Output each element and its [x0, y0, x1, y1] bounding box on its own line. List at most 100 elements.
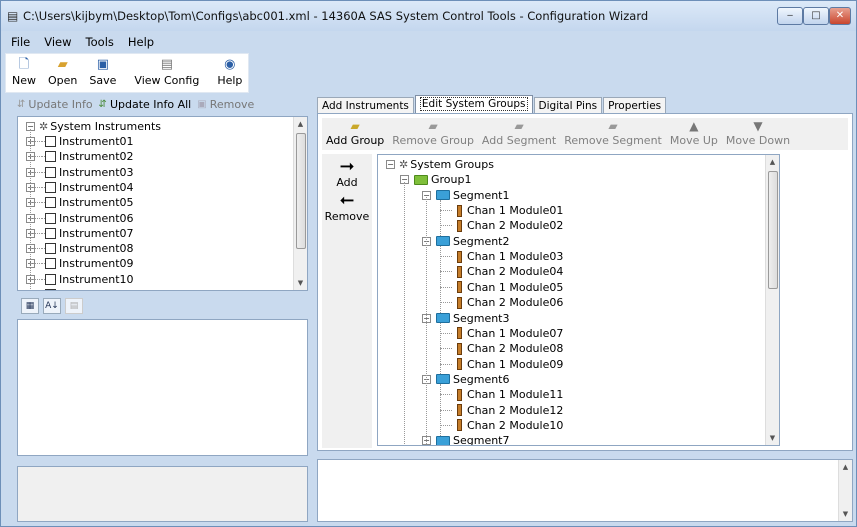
remove-segment-button[interactable]: ▰ Remove Segment	[560, 118, 666, 150]
tree-connector	[41, 248, 45, 250]
tab-properties[interactable]: Properties	[603, 97, 667, 113]
property-pages-icon[interactable]: ▤	[65, 298, 83, 314]
channel-icon	[457, 388, 462, 401]
instrument-label: Instrument08	[59, 242, 134, 256]
tree-segment-item[interactable]: − Segment6	[422, 372, 510, 387]
remove-from-group-button[interactable]: ➞ Remove	[322, 190, 372, 223]
categorized-icon[interactable]: ▦	[21, 298, 39, 314]
document-icon: ▤	[160, 57, 173, 72]
instrument-tree-item[interactable]: + Instrument01	[26, 134, 134, 149]
help-button[interactable]: ◉ Help	[211, 54, 248, 92]
collapse-icon[interactable]: −	[386, 160, 395, 169]
instrument-label: Instrument04	[59, 180, 134, 194]
scroll-up-icon[interactable]: ▲	[294, 117, 307, 131]
add-to-group-button[interactable]: ➞ Add	[322, 156, 372, 190]
maximize-button[interactable]: □	[803, 7, 829, 25]
open-button[interactable]: ▰ Open	[42, 54, 83, 92]
instrument-tree-item[interactable]: + Instrument07	[26, 226, 134, 241]
update-info-all-button[interactable]: ⇵ Update Info All	[99, 98, 192, 111]
tree-channel-item[interactable]: Chan 1 Module07	[440, 326, 563, 341]
view-config-button[interactable]: ▤ View Config	[128, 54, 205, 92]
app-icon: ▤	[7, 9, 19, 23]
remove-instrument-button[interactable]: ▣ Remove	[197, 98, 254, 111]
tree-connector	[404, 182, 405, 445]
remove-group-button[interactable]: ▰ Remove Group	[388, 118, 478, 150]
menu-tools[interactable]: Tools	[80, 33, 122, 51]
instrument-tree-item[interactable]: + Instrument08	[26, 241, 134, 256]
move-down-button[interactable]: ▼ Move Down	[722, 118, 794, 150]
menu-file[interactable]: File	[5, 33, 38, 51]
tree-channel-item[interactable]: Chan 1 Module01	[440, 203, 563, 218]
tree-segment-item[interactable]: − Segment2	[422, 234, 510, 249]
tree-connector	[41, 202, 45, 204]
channel-icon	[457, 327, 462, 340]
scroll-up-icon[interactable]: ▲	[839, 460, 852, 474]
instrument-tree-item[interactable]: + Instrument09	[26, 256, 134, 271]
tab-add-instruments[interactable]: Add Instruments	[317, 97, 414, 113]
tree-root-system-instruments[interactable]: − ✲ System Instruments	[26, 119, 161, 134]
channel-icon	[457, 358, 462, 371]
menu-view[interactable]: View	[38, 33, 79, 51]
tree-segment-item[interactable]: − Segment3	[422, 311, 510, 326]
tree-connector	[30, 232, 40, 234]
channel-icon	[457, 419, 462, 432]
tree-connector	[440, 302, 452, 304]
expand-icon[interactable]: +	[26, 290, 35, 291]
tree-segment-item[interactable]: − Segment7	[422, 433, 510, 445]
tree-channel-item[interactable]: Chan 2 Module12	[440, 403, 563, 418]
sort-alpha-icon[interactable]: A↓	[43, 298, 61, 314]
scroll-thumb[interactable]	[296, 133, 306, 249]
add-segment-button[interactable]: ▰ Add Segment	[478, 118, 560, 150]
tab-digital-pins[interactable]: Digital Pins	[533, 97, 603, 113]
save-disk-icon: ▣	[96, 57, 110, 72]
move-up-button[interactable]: ▲ Move Up	[666, 118, 722, 150]
tree-channel-item[interactable]: Chan 1 Module09	[440, 357, 563, 372]
instrument-icon	[45, 136, 56, 147]
tree-channel-item[interactable]: Chan 2 Module02	[440, 218, 563, 233]
scroll-down-icon[interactable]: ▼	[766, 431, 779, 445]
instrument-tree-item[interactable]: + Instrument04	[26, 180, 134, 195]
tree-connector	[30, 141, 40, 142]
output-scrollbar[interactable]: ▲ ▼	[838, 460, 852, 521]
segment-remove-icon: ▰	[608, 119, 618, 133]
tree-channel-item[interactable]: Chan 2 Module08	[440, 341, 563, 356]
tree-group-item[interactable]: − Group1	[400, 172, 472, 187]
update-info-button[interactable]: ⇵ Update Info	[17, 98, 93, 111]
arrow-right-icon: ➞	[339, 156, 355, 177]
tree-channel-item[interactable]: Chan 1 Module05	[440, 280, 563, 295]
tree-channel-item[interactable]: Chan 1 Module11	[440, 387, 563, 402]
minimize-button[interactable]: ‒	[777, 7, 803, 25]
tree-channel-item[interactable]: Chan 2 Module04	[440, 264, 563, 279]
save-button[interactable]: ▣ Save	[83, 54, 122, 92]
tree-channel-item[interactable]: Chan 2 Module10	[440, 418, 563, 433]
instrument-tree-item[interactable]: + Instrument05	[26, 195, 134, 210]
scroll-thumb[interactable]	[768, 171, 778, 289]
tree-root-system-groups[interactable]: − ✲ System Groups	[386, 157, 494, 172]
scroll-down-icon[interactable]: ▼	[839, 507, 852, 521]
tree-connector	[30, 171, 40, 173]
tree-segment-item[interactable]: − Segment1	[422, 188, 510, 203]
tab-edit-system-groups[interactable]: Edit System Groups	[414, 95, 533, 113]
instrument-label: Instrument10	[59, 272, 134, 286]
new-button[interactable]: 🗋 New	[6, 54, 42, 92]
instrument-tree-item[interactable]: + Instrument06	[26, 211, 134, 226]
instrument-tree-item[interactable]: + Instrument11	[26, 287, 134, 291]
close-button[interactable]: ✕	[829, 7, 851, 25]
add-group-button[interactable]: ▰ Add Group	[322, 118, 388, 150]
network-icon: ✲	[39, 120, 49, 133]
scroll-down-icon[interactable]: ▼	[294, 276, 307, 290]
tree-channel-item[interactable]: Chan 1 Module03	[440, 249, 563, 264]
instrument-tree-item[interactable]: + Instrument03	[26, 165, 134, 180]
instrument-tree-item[interactable]: + Instrument02	[26, 149, 134, 164]
arrow-left-icon: ➞	[339, 190, 355, 211]
property-grid[interactable]	[17, 319, 308, 456]
scroll-up-icon[interactable]: ▲	[766, 155, 779, 169]
groups-tree[interactable]: − ✲ System Groups − Group1− Segment1 Chan 1 Mo…	[377, 154, 780, 446]
menu-help[interactable]: Help	[122, 33, 162, 51]
instrument-tree-item[interactable]: + Instrument10	[26, 272, 134, 287]
instruments-tree[interactable]: − ✲ System Instruments + Instrument01 + Ins…	[17, 116, 308, 291]
tree-connector	[41, 278, 45, 280]
tree-channel-item[interactable]: Chan 2 Module06	[440, 295, 563, 310]
instruments-scrollbar[interactable]: ▲ ▼	[293, 117, 307, 290]
groups-scrollbar[interactable]: ▲ ▼	[765, 155, 779, 445]
